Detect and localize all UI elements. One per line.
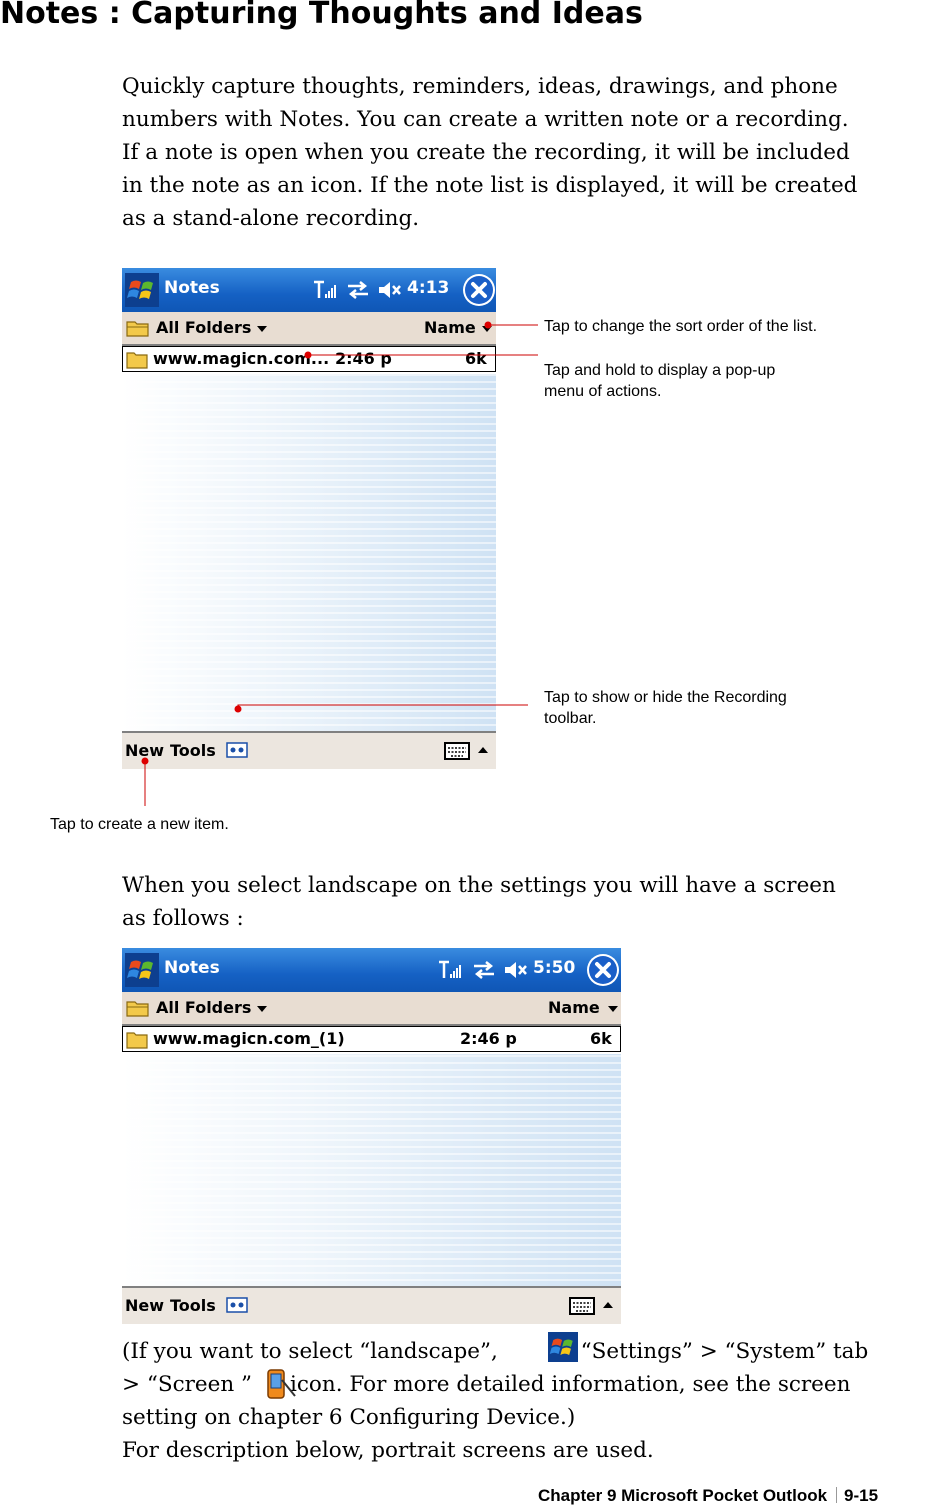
callout-dot bbox=[234, 705, 242, 713]
footer-chapter: Chapter 9 Microsoft Pocket Outlook bbox=[538, 1486, 828, 1505]
callout-new-item: Tap to create a new item. bbox=[50, 816, 229, 833]
footer-page-number: 9-15 bbox=[844, 1486, 879, 1505]
callout-lines bbox=[141, 321, 538, 806]
callout-dot bbox=[304, 351, 312, 359]
callout-sort-order: Tap to change the sort order of the list… bbox=[544, 318, 818, 335]
windows-start-icon bbox=[548, 1332, 578, 1362]
landscape-paragraph: When you select landscape on the setting… bbox=[122, 873, 836, 931]
callout-popup-line-1: Tap and hold to display a pop-up bbox=[544, 362, 776, 379]
page-footer: Chapter 9 Microsoft Pocket Outlook 9-15 bbox=[538, 1486, 878, 1506]
callout-popup-line-2: menu of actions. bbox=[544, 383, 662, 400]
callout-recording-line-2: toolbar. bbox=[544, 710, 597, 727]
footer-separator bbox=[836, 1487, 838, 1503]
bottom-paragraph: (If you want to select “landscape”, > “Se… bbox=[122, 1339, 869, 1463]
callout-dot bbox=[484, 321, 492, 329]
callout-recording-line-1: Tap to show or hide the Recording bbox=[544, 689, 787, 706]
callout-dot bbox=[141, 757, 149, 765]
callout-line-recording bbox=[237, 704, 528, 711]
screen-settings-icon bbox=[267, 1369, 296, 1399]
